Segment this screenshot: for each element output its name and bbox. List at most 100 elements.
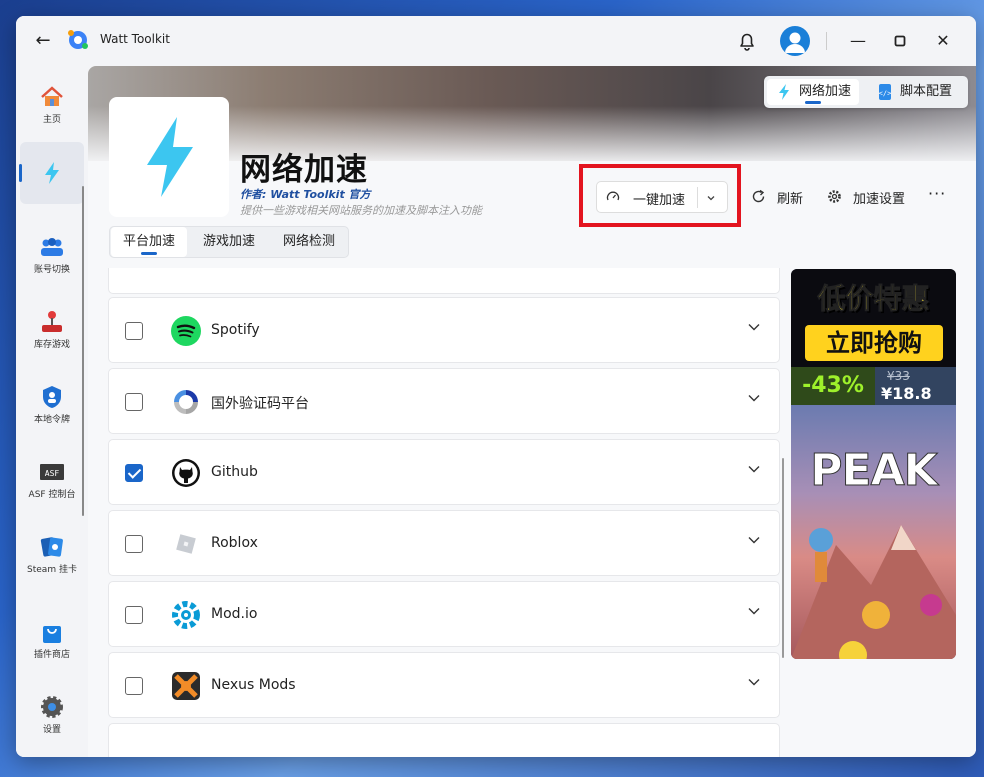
sidebar-scrollbar[interactable] <box>82 186 84 516</box>
chevron-down-icon[interactable] <box>747 391 761 405</box>
service-checkbox[interactable] <box>125 606 143 624</box>
ad-price-box: ¥33 ¥18.8 <box>875 367 956 405</box>
shield-icon <box>43 386 61 408</box>
sidebar-item-label: Steam 挂卡 <box>27 565 77 575</box>
service-label: Spotify <box>211 322 260 338</box>
sidebar-item-label: 设置 <box>42 725 61 735</box>
minimize-button[interactable]: — <box>846 29 870 53</box>
top-tab-switcher: 网络加速 </> 脚本配置 <box>764 76 968 108</box>
accelerate-settings-button[interactable]: 加速设置 <box>827 188 905 207</box>
service-checkbox[interactable] <box>125 535 143 553</box>
ad-new-price: ¥18.8 <box>881 384 932 403</box>
service-label: 国外验证码平台 <box>211 396 309 412</box>
sidebar-item-steam-idle[interactable]: Steam 挂卡 <box>20 526 84 586</box>
gear-icon <box>41 696 63 718</box>
maximize-button[interactable] <box>888 29 912 53</box>
github-icon <box>172 459 200 487</box>
cards-icon <box>40 537 63 557</box>
sidebar-item-label: 账号切换 <box>33 265 70 275</box>
sidebar-item-settings[interactable]: 设置 <box>20 686 84 746</box>
tab-network-accelerate[interactable]: 网络加速 <box>767 79 860 105</box>
list-item[interactable]: 国外验证码平台 <box>108 368 780 434</box>
service-label: Mod.io <box>211 606 258 622</box>
service-checkbox[interactable] <box>125 464 143 482</box>
svg-text:ASF: ASF <box>45 469 60 478</box>
one-click-accelerate-button[interactable]: 一键加速 <box>596 181 728 213</box>
sidebar-item-label: 插件商店 <box>33 650 70 660</box>
sidebar-item-label: ASF 控制台 <box>28 490 76 500</box>
titlebar-divider <box>826 32 827 50</box>
script-file-icon: </> <box>879 84 892 100</box>
active-tab-underline <box>805 101 821 104</box>
sidebar-active-indicator <box>19 164 22 182</box>
sub-tab-bar: 平台加速 游戏加速 网络检测 <box>109 226 349 258</box>
service-label: Github <box>211 464 258 480</box>
svg-text:</>: </> <box>879 90 892 98</box>
tab-game-accelerate[interactable]: 游戏加速 <box>190 227 268 257</box>
sidebar-item-authenticator[interactable]: 本地令牌 <box>20 376 84 436</box>
ad-game-logo: PEAK <box>810 445 938 497</box>
joystick-icon <box>42 311 62 332</box>
service-label: Nexus Mods <box>211 677 296 693</box>
service-checkbox[interactable] <box>125 677 143 695</box>
users-icon <box>41 238 63 256</box>
list-item[interactable]: Nexus Mods <box>108 652 780 718</box>
tab-script-config[interactable]: </> 脚本配置 <box>868 79 960 105</box>
sidebar: 主页 账号切换 库存游戏 本地令牌 ASF ASF 控制台 Steam 挂卡 插… <box>16 66 88 757</box>
main-content: 网络加速 </> 脚本配置 网络加速 作者: Watt Toolkit 官方 提… <box>88 66 976 757</box>
app-title: Watt Toolkit <box>100 32 170 46</box>
service-list: Spotify 国外验证码平台 Github Roblox Mod.io Nex… <box>108 268 782 757</box>
store-bag-icon <box>43 626 61 643</box>
chevron-down-icon[interactable] <box>747 675 761 689</box>
list-item[interactable] <box>108 723 780 757</box>
list-item[interactable]: Github <box>108 439 780 505</box>
more-options-button[interactable]: ··· <box>928 184 946 203</box>
sidebar-item-accounts[interactable]: 账号切换 <box>20 226 84 286</box>
chevron-down-icon[interactable] <box>705 192 717 204</box>
chevron-down-icon[interactable] <box>747 533 761 547</box>
page-title: 网络加速 <box>240 152 368 188</box>
plugin-author: 作者: Watt Toolkit 官方 <box>240 188 371 201</box>
accelerate-label: 一键加速 <box>633 193 686 208</box>
watt-toolkit-logo-icon <box>68 30 88 49</box>
ad-cta: 立即抢购 <box>805 325 943 361</box>
user-avatar-icon <box>785 32 805 53</box>
lightning-icon <box>147 117 193 197</box>
sidebar-item-asf[interactable]: ASF ASF 控制台 <box>20 451 84 511</box>
chevron-down-icon[interactable] <box>747 320 761 334</box>
asf-icon: ASF <box>40 464 64 480</box>
list-item[interactable]: Mod.io <box>108 581 780 647</box>
service-label: Roblox <box>211 535 258 551</box>
tab-label: 网络加速 <box>799 84 852 99</box>
list-item[interactable] <box>108 268 780 294</box>
nexus-icon <box>172 672 200 700</box>
ad-headline-panel: 低价特惠 立即抢购 <box>791 269 956 367</box>
avatar[interactable] <box>780 26 810 56</box>
list-scrollbar[interactable] <box>782 458 784 658</box>
chevron-down-icon[interactable] <box>747 462 761 476</box>
plugin-logo <box>109 97 229 217</box>
sidebar-item-games[interactable]: 库存游戏 <box>20 301 84 361</box>
refresh-button[interactable]: 刷新 <box>751 188 803 207</box>
spotify-icon <box>171 316 201 346</box>
maximize-icon <box>894 35 906 47</box>
ad-game-artwork: PEAK <box>791 405 956 659</box>
service-checkbox[interactable] <box>125 393 143 411</box>
advertisement-banner[interactable]: 低价特惠 立即抢购 -43% ¥33 ¥18.8 PEAK <box>791 269 956 659</box>
tab-network-check[interactable]: 网络检测 <box>270 227 348 257</box>
close-button[interactable]: ✕ <box>931 29 955 53</box>
list-item[interactable]: Roblox <box>108 510 780 576</box>
bell-icon[interactable] <box>736 30 758 52</box>
list-item[interactable]: Spotify <box>108 297 780 363</box>
tab-label: 平台加速 <box>122 234 175 249</box>
sidebar-item-label: 本地令牌 <box>33 415 70 425</box>
refresh-icon <box>752 189 765 203</box>
back-button[interactable]: ← <box>32 30 54 52</box>
tab-platform-accelerate[interactable]: 平台加速 <box>111 227 187 257</box>
service-checkbox[interactable] <box>125 322 143 340</box>
sidebar-item-plugin-store[interactable]: 插件商店 <box>20 611 84 671</box>
chevron-down-icon[interactable] <box>747 604 761 618</box>
sidebar-item-home[interactable]: 主页 <box>20 76 84 136</box>
sidebar-item-accelerate[interactable] <box>20 142 84 204</box>
plugin-description: 提供一些游戏相关网站服务的加速及脚本注入功能 <box>240 204 482 217</box>
